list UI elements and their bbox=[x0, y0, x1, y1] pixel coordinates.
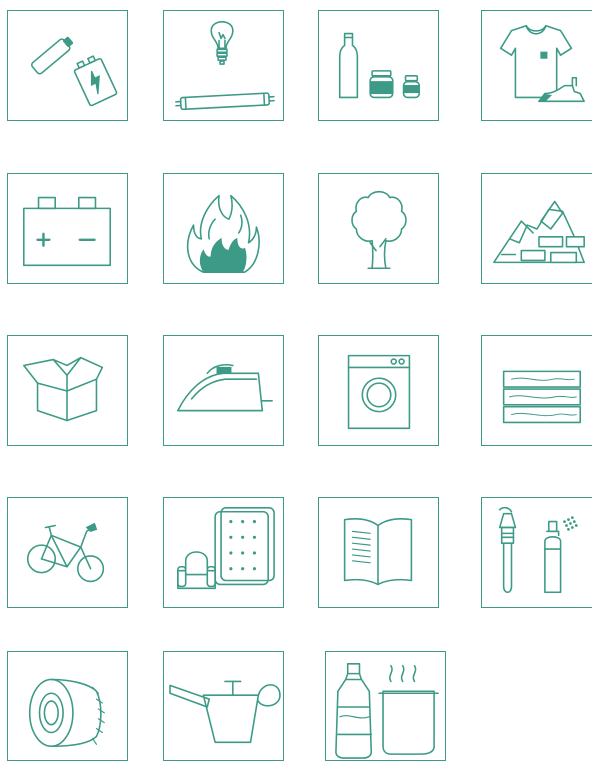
glass-bottles-and-jars-icon bbox=[319, 11, 438, 120]
tile-tire[interactable] bbox=[7, 651, 128, 761]
tile-wood[interactable] bbox=[481, 335, 592, 446]
tile-tree[interactable] bbox=[318, 173, 439, 284]
tile-car-battery[interactable] bbox=[7, 173, 128, 284]
clothes-iron-icon bbox=[164, 336, 283, 445]
batteries-icon bbox=[8, 11, 127, 120]
tile-fire[interactable] bbox=[163, 173, 284, 284]
tile-batteries[interactable] bbox=[7, 10, 128, 121]
tire-icon bbox=[8, 652, 127, 760]
construction-rubble-icon bbox=[482, 174, 592, 283]
tree-icon bbox=[319, 174, 438, 283]
tile-iron[interactable] bbox=[163, 335, 284, 446]
tile-glass[interactable] bbox=[318, 10, 439, 121]
cardboard-box-icon bbox=[8, 336, 127, 445]
paint-brush-and-spray-can-icon bbox=[482, 498, 592, 607]
tile-furniture[interactable] bbox=[163, 497, 284, 608]
tile-bicycle[interactable] bbox=[7, 497, 128, 608]
tile-cardboard[interactable] bbox=[7, 335, 128, 446]
tile-washer[interactable] bbox=[318, 335, 439, 446]
light-bulb-and-fluorescent-tube-icon bbox=[164, 11, 283, 120]
fire-icon bbox=[164, 174, 283, 283]
tile-lamps[interactable] bbox=[163, 10, 284, 121]
tile-book[interactable] bbox=[318, 497, 439, 608]
car-battery-icon bbox=[8, 174, 127, 283]
tile-paint[interactable] bbox=[481, 497, 592, 608]
tile-textiles[interactable] bbox=[481, 10, 592, 121]
washing-machine-icon bbox=[319, 336, 438, 445]
bicycle-icon bbox=[8, 498, 127, 607]
tile-oil-can[interactable] bbox=[163, 651, 284, 761]
tile-rubble[interactable] bbox=[481, 173, 592, 284]
oil-bottle-and-pot-icon bbox=[326, 652, 445, 760]
oil-can-icon bbox=[164, 652, 283, 760]
book-icon bbox=[319, 498, 438, 607]
furniture-and-mattress-icon bbox=[164, 498, 283, 607]
clothes-and-shoes-icon bbox=[482, 11, 592, 120]
wood-planks-icon bbox=[482, 336, 592, 445]
tile-oil-bottle[interactable] bbox=[325, 651, 446, 761]
